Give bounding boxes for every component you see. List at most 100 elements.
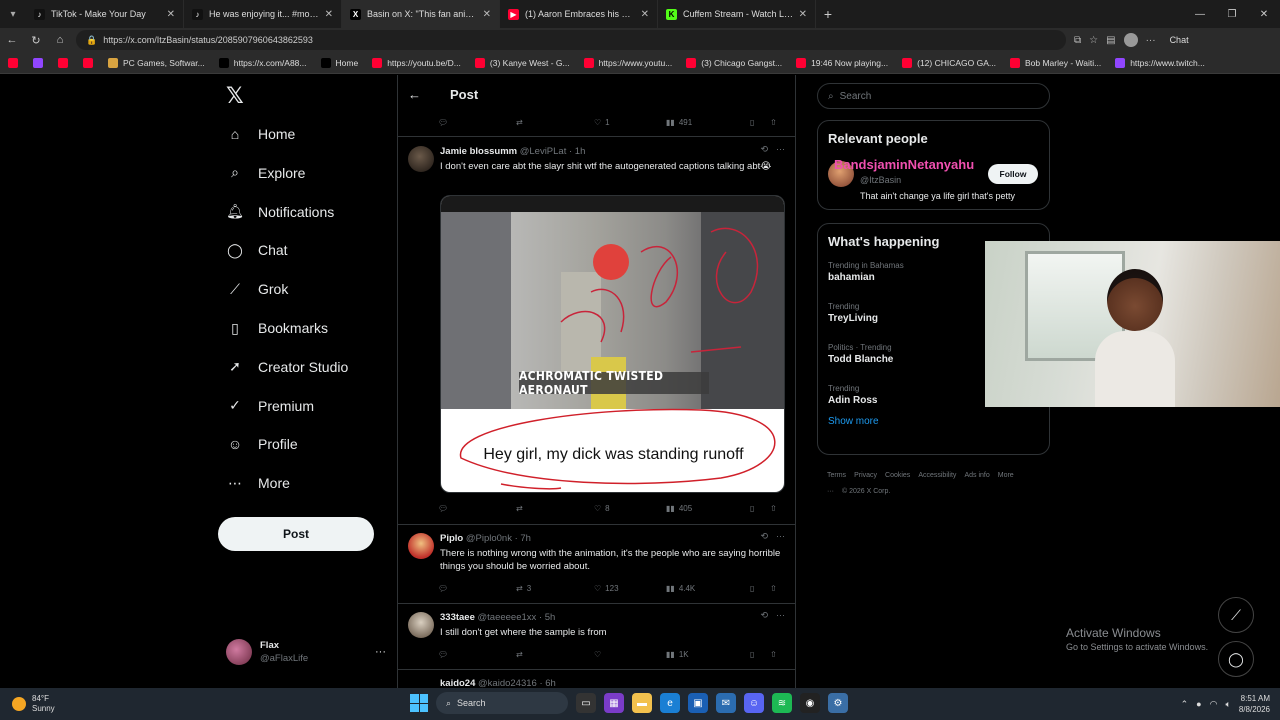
spotify-icon[interactable]: ≋ [772,693,792,713]
bookmark-icon[interactable]: ▯ [750,504,770,513]
repost-icon[interactable]: ⇄ [516,118,594,127]
tab-x-post[interactable]: X Basin on X: "This fan animation di ✕ [342,0,500,28]
nav-item-chat[interactable]: ◯ Chat [226,241,287,259]
footer-link[interactable]: © 2026 X Corp. [842,488,890,495]
home-icon[interactable]: ⌂ [48,34,72,46]
bookmark-item[interactable]: Bob Marley - Waiti... [1009,57,1101,68]
close-icon[interactable]: ✕ [167,9,175,20]
grok-icon[interactable]: ⟲ [760,531,768,542]
url-field[interactable]: 🔒 https://x.com/ItzBasin/status/20859079… [76,30,1066,50]
bookmark-item[interactable] [8,57,23,68]
footer-link[interactable]: Accessibility [918,472,956,479]
store-icon[interactable]: ▦ [604,693,624,713]
tab-actions-menu-icon[interactable]: ▾ [0,0,26,28]
windows-start-icon[interactable] [410,694,428,712]
like-icon[interactable]: ♡ [594,650,666,659]
repost-icon[interactable]: ⇄ [516,504,594,513]
bookmark-item[interactable] [58,57,73,68]
like-button[interactable]: ♡ 8 [594,504,666,513]
display-name[interactable]: Jamie blossumm [440,146,517,157]
bookmark-item[interactable]: https://youtu.be/D... [372,57,461,68]
bookmark-icon[interactable]: ▯ [750,118,770,127]
weather-widget[interactable]: 84°F Sunny [12,694,55,714]
footer-link[interactable]: Ads info [964,472,989,479]
x-logo-icon[interactable]: 𝕏 [226,83,244,109]
reply-icon[interactable]: 💬︎ [438,584,516,593]
views-button[interactable]: ▮▮ 491 [666,118,750,127]
reply-icon[interactable]: 💬︎ [438,504,516,513]
settings-more-icon[interactable]: ··· [1146,35,1156,46]
display-name[interactable]: Piplo [440,533,463,544]
more-icon[interactable]: ··· [776,531,785,542]
extensions-icon[interactable]: ⧉ [1074,35,1081,46]
tray-app-icon[interactable]: ● [1196,699,1201,709]
share-icon[interactable]: ⇧ [770,118,777,127]
bookmark-icon[interactable]: ▯ [750,584,770,593]
repost-icon[interactable]: ⇄ [516,650,594,659]
refresh-icon[interactable]: ↻ [24,34,48,47]
messages-fab-icon[interactable]: ◯ [1218,641,1254,677]
file-explorer-icon[interactable]: ▬ [632,693,652,713]
edge-icon[interactable]: e [660,693,680,713]
settings-icon[interactable]: ⚙ [828,693,848,713]
nav-item-more[interactable]: ⋯ More [226,474,290,492]
app-icon[interactable]: ✉ [716,693,736,713]
grok-fab-icon[interactable]: ⟋ [1218,597,1254,633]
bookmark-item[interactable] [33,57,48,68]
nav-item-explore[interactable]: ⌕ Explore [226,164,305,182]
nav-item-bookmarks[interactable]: ▯ Bookmarks [226,319,328,337]
close-icon[interactable]: ✕ [641,9,649,20]
bookmark-item[interactable] [83,57,98,68]
search-input[interactable]: ⌕ Search [817,83,1050,109]
views-button[interactable]: ▮▮ 405 [666,504,750,513]
back-icon[interactable]: ← [0,34,24,46]
footer-link[interactable]: Terms [827,472,846,479]
profile-avatar[interactable] [1123,33,1138,47]
close-icon[interactable]: ✕ [325,9,333,20]
footer-link[interactable]: Privacy [854,472,877,479]
tweet-media[interactable]: ACHROMATIC TWISTED AERONAUT Hey girl, my… [440,195,785,493]
more-icon[interactable]: ··· [375,646,386,658]
restore-icon[interactable]: ❐ [1216,0,1248,28]
display-name[interactable]: kaido24 [440,678,475,688]
bookmark-item[interactable]: (3) Kanye West - G... [474,57,570,68]
more-icon[interactable]: ··· [776,144,785,155]
show-more-link[interactable]: Show more [828,416,879,427]
post-button[interactable]: Post [218,517,374,551]
nav-item-grok[interactable]: ⟋ Grok [226,280,288,298]
reply-tweet[interactable]: kaido24 @kaido24316 · 6h [398,678,795,688]
trend-item[interactable]: Politics · Trending Todd Blanche [828,342,893,367]
volume-icon[interactable]: 🔈︎ [1225,699,1230,710]
new-tab-button[interactable]: + [816,6,840,22]
views-button[interactable]: ▮▮ 1K [666,650,750,659]
tab-tiktok[interactable]: ♪ TikTok - Make Your Day ✕ [26,0,184,28]
taskbar-search[interactable]: ⌕ Search [436,692,568,714]
grok-icon[interactable]: ⟲ [760,610,768,621]
share-icon[interactable]: ⇧ [770,504,777,513]
app-icon[interactable]: ▣ [688,693,708,713]
grok-icon[interactable]: ⟲ [760,144,768,155]
nav-item-premium[interactable]: ✓ Premium [226,397,314,415]
like-button[interactable]: ♡ 123 [594,584,666,593]
trend-item[interactable]: Trending TreyLiving [828,301,878,326]
obs-icon[interactable]: ◉ [800,693,820,713]
copilot-chat-button[interactable]: Chat [1170,35,1189,45]
task-view-icon[interactable]: ▭ [576,693,596,713]
bookmark-item[interactable]: https://x.com/A88... [218,57,307,68]
nav-item-notifications[interactable]: 🔔︎ Notifications [226,203,334,221]
bookmark-icon[interactable]: ▯ [750,650,770,659]
trend-item[interactable]: Trending Adin Ross [828,383,877,408]
bookmark-item[interactable]: https://www.youtu... [583,57,672,68]
views-button[interactable]: ▮▮ 4.4K [666,584,750,593]
reply-icon[interactable]: 💬︎ [438,118,516,127]
share-icon[interactable]: ⇧ [770,584,777,593]
bookmark-item[interactable]: Home [320,57,358,68]
minimize-icon[interactable]: — [1184,0,1216,28]
like-button[interactable]: ♡ 1 [594,118,666,127]
chevron-up-icon[interactable]: ⌃ [1181,699,1189,710]
back-arrow-icon[interactable]: ← [408,87,428,102]
collections-icon[interactable]: ▤ [1106,35,1115,46]
repost-button[interactable]: ⇄ 3 [516,584,594,593]
close-window-icon[interactable]: ✕ [1248,0,1280,28]
favorites-icon[interactable]: ☆ [1089,35,1098,46]
